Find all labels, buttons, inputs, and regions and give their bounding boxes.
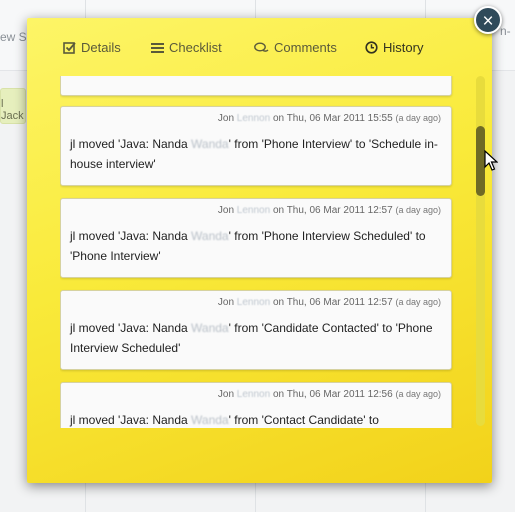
redacted-name: Wanda <box>191 321 229 335</box>
timestamp: Thu, 06 Mar 2011 15:55 <box>286 113 393 124</box>
close-button[interactable]: × <box>474 6 502 34</box>
author-surname-redacted: Lennon <box>236 205 271 216</box>
tab-checklist[interactable]: Checklist <box>151 40 222 55</box>
history-entry: Jon Lennon on Thu, 06 Mar 2011 12:56 (a … <box>60 382 452 428</box>
message-prefix: jl moved 'Java: Nanda <box>70 229 188 243</box>
message-suffix: ' from 'Contact Candidate' to <box>228 413 379 427</box>
author-name: Jon <box>217 297 235 308</box>
message-prefix: jl moved 'Java: Nanda <box>70 321 188 335</box>
redacted-name: Wanda <box>191 137 229 151</box>
relative-time: (a day ago) <box>395 113 441 123</box>
history-entry-message: jl moved 'Java: Nanda Wanda' from 'Phone… <box>70 134 443 174</box>
history-scrollbar[interactable] <box>476 76 485 426</box>
author-name: Jon <box>217 113 235 124</box>
timestamp: Thu, 06 Mar 2011 12:56 <box>286 389 393 400</box>
close-icon: × <box>482 11 494 32</box>
history-entry: Jon Lennon on Thu, 06 Mar 2011 15:55 (a … <box>60 106 452 186</box>
timestamp: Thu, 06 Mar 2011 12:57 <box>286 205 393 216</box>
history-entry-message: jl moved 'Java: Nanda Wanda' from 'Conta… <box>70 410 443 428</box>
relative-time: (a day ago) <box>395 297 441 307</box>
column-title-fragment: n- <box>500 24 511 38</box>
history-entry-message: jl moved 'Java: Nanda Wanda' from 'Candi… <box>70 318 443 358</box>
tab-label: Checklist <box>169 40 222 55</box>
history-feed[interactable]: Jon Lennon on Thu, 06 Mar 2011 15:55 (a … <box>60 76 455 428</box>
message-prefix: jl moved 'Java: Nanda <box>70 413 188 427</box>
author-surname-redacted: Lennon <box>236 113 271 124</box>
meta-on: on <box>272 389 285 400</box>
timestamp: Thu, 06 Mar 2011 12:57 <box>286 297 393 308</box>
history-entry-meta: Jon Lennon on Thu, 06 Mar 2011 12:57 (a … <box>218 297 441 308</box>
board-card-title: l Jack <box>1 98 24 122</box>
redacted-name: Wanda <box>191 229 229 243</box>
meta-on: on <box>272 297 285 308</box>
redacted-name: Wanda <box>191 413 229 427</box>
history-entry-meta: Jon Lennon on Thu, 06 Mar 2011 12:56 (a … <box>218 389 441 400</box>
history-entry: Jon Lennon on Thu, 06 Mar 2011 12:57 (a … <box>60 290 452 370</box>
author-surname-redacted: Lennon <box>236 297 271 308</box>
author-name: Jon <box>217 205 235 216</box>
tab-label: Details <box>81 40 121 55</box>
history-entry-message: jl moved 'Java: Nanda Wanda' from 'Phone… <box>70 226 443 266</box>
message-prefix: jl moved 'Java: Nanda <box>70 137 188 151</box>
tab-details[interactable]: Details <box>63 40 121 55</box>
tab-comments[interactable]: Comments <box>254 40 337 55</box>
checkbox-icon <box>63 42 76 54</box>
modal-tabs: Details Checklist Comments History <box>27 40 492 60</box>
meta-on: on <box>272 113 285 124</box>
relative-time: (a day ago) <box>395 205 441 215</box>
history-entry-meta: Jon Lennon on Thu, 06 Mar 2011 12:57 (a … <box>218 205 441 216</box>
author-name: Jon <box>217 389 235 400</box>
history-entry <box>60 76 452 96</box>
card-detail-modal: Details Checklist Comments History Jon L… <box>27 18 492 483</box>
clock-icon <box>365 41 378 54</box>
board-card[interactable]: l Jack <box>0 88 26 124</box>
mouse-cursor-icon <box>484 150 498 171</box>
list-icon <box>151 43 164 53</box>
tab-label: Comments <box>274 40 337 55</box>
tab-label: History <box>383 40 424 55</box>
tab-history[interactable]: History <box>365 40 423 55</box>
meta-on: on <box>272 205 285 216</box>
history-entry-meta: Jon Lennon on Thu, 06 Mar 2011 15:55 (a … <box>218 113 441 124</box>
relative-time: (a day ago) <box>395 389 441 399</box>
chat-icon <box>254 42 269 52</box>
history-entry: Jon Lennon on Thu, 06 Mar 2011 12:57 (a … <box>60 198 452 278</box>
author-surname-redacted: Lennon <box>236 389 271 400</box>
